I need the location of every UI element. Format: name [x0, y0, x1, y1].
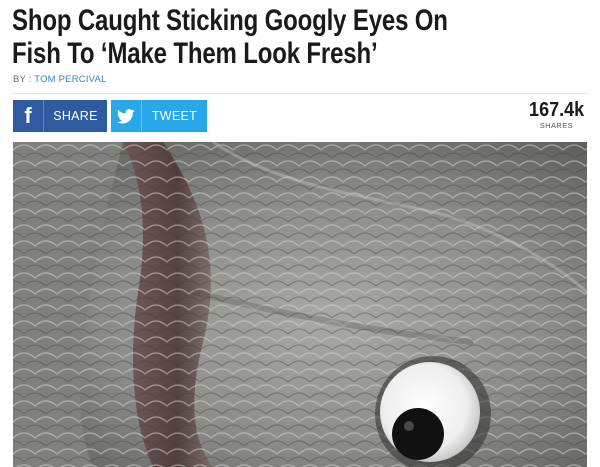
twitter-tweet-label: TWEET: [151, 109, 198, 123]
byline: BY : TOM PERCIVAL: [13, 74, 107, 85]
facebook-share-button[interactable]: f SHARE: [13, 100, 107, 132]
share-caption: SHARES: [539, 121, 574, 130]
byline-prefix: BY :: [13, 74, 35, 85]
article-photo: [13, 142, 587, 467]
divider: [12, 93, 588, 94]
fish-photo-illustration: [13, 142, 587, 467]
twitter-bird-icon: [111, 100, 142, 132]
facebook-icon: f: [13, 100, 44, 132]
facebook-share-label: SHARE: [53, 109, 98, 123]
share-count: 167.4k: [528, 99, 584, 121]
author-link[interactable]: TOM PERCIVAL: [34, 74, 106, 85]
twitter-tweet-button[interactable]: TWEET: [111, 100, 207, 132]
share-counter: 167.4k SHARES: [526, 99, 587, 130]
article-headline: Shop Caught Sticking Googly Eyes On Fish…: [12, 4, 448, 70]
